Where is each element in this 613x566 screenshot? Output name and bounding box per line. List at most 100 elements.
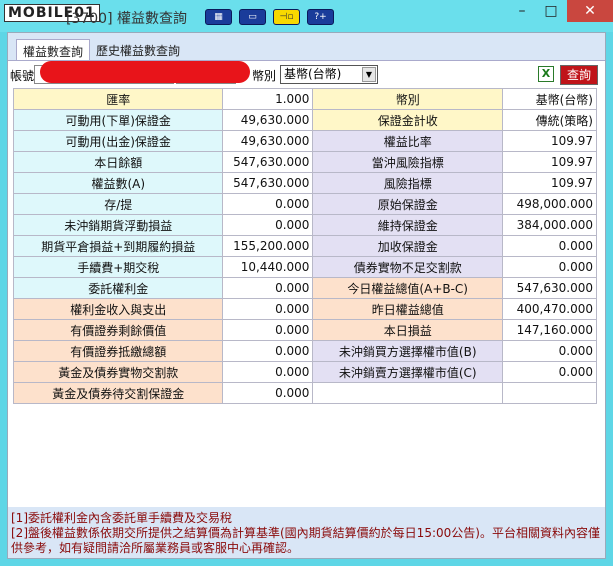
table-row: 存/提 0.000 原始保證金 498,000.000 <box>12 193 597 215</box>
row-value: 0.000 <box>502 235 597 257</box>
row-value: 0.000 <box>502 340 597 362</box>
close-button[interactable]: ✕ <box>567 0 613 22</box>
currency-value: 基幣(台幣) <box>284 67 342 81</box>
row-value: 10,440.000 <box>222 256 314 278</box>
row-label: 有價證券剩餘價值 <box>12 319 224 341</box>
table-row: 本日餘額 547,630.000 當沖風險指標 109.97 <box>12 151 597 173</box>
row-value: 155,200.000 <box>222 235 314 257</box>
note-1: [1]委託權利金內含委託單手續費及交易稅 <box>11 511 232 525</box>
table-row: 有價證券抵繳總額 0.000 未沖銷買方選擇權市值(B) 0.000 <box>12 340 597 362</box>
minimize-button[interactable]: – <box>508 0 536 22</box>
row-label: 未沖銷期貨浮動損益 <box>12 214 224 236</box>
table-row: 權利金收入與支出 0.000 昨日權益總值 400,470.000 <box>12 298 597 320</box>
row-value: 0.000 <box>222 193 314 215</box>
row-value: 0.000 <box>222 214 314 236</box>
table-row: 黃金及債券實物交割款 0.000 未沖銷賣方選擇權市值(C) 0.000 <box>12 361 597 383</box>
row-value: 498,000.000 <box>502 193 597 215</box>
row-value <box>502 382 597 404</box>
main-window: 權益數查詢 歷史權益數查詢 帳號 幣別 基幣(台幣) ▼ X 查詢 匯率 1.00… <box>7 32 606 559</box>
row-label: 可動用(下單)保證金 <box>12 109 224 131</box>
row-label: 維持保證金 <box>312 214 503 236</box>
pin-icon[interactable]: ⊣▫ <box>273 9 300 25</box>
row-value: 0.000 <box>502 361 597 383</box>
row-label: 加收保證金 <box>312 235 503 257</box>
row-label: 風險指標 <box>312 172 503 194</box>
table-row: 可動用(下單)保證金 49,630.000 保證金計收 傳統(策略) <box>12 109 597 131</box>
row-label: 昨日權益總值 <box>312 298 503 320</box>
tab-equity-query[interactable]: 權益數查詢 <box>16 39 91 61</box>
tab-bar: 權益數查詢 歷史權益數查詢 <box>16 39 186 61</box>
query-toolbar: 帳號 幣別 基幣(台幣) ▼ X 查詢 <box>10 61 602 85</box>
row-label: 幣別 <box>312 88 503 110</box>
row-value: 49,630.000 <box>222 130 314 152</box>
help-icon[interactable]: ?+ <box>307 9 334 25</box>
layout-icon[interactable]: ▦ <box>205 9 232 25</box>
row-value: 109.97 <box>502 151 597 173</box>
row-value: 0.000 <box>222 382 314 404</box>
tab-history-equity-query[interactable]: 歷史權益數查詢 <box>90 39 186 61</box>
table-row: 手續費+期交稅 10,440.000 債券實物不足交割款 0.000 <box>12 256 597 278</box>
row-value: 109.97 <box>502 130 597 152</box>
row-value: 1.000 <box>222 88 314 110</box>
account-label: 帳號 <box>10 69 35 83</box>
window-title: [3700] 權益數查詢 <box>66 11 188 27</box>
row-label <box>312 382 503 404</box>
row-value: 384,000.000 <box>502 214 597 236</box>
row-label: 權利金收入與支出 <box>12 298 224 320</box>
row-label: 未沖銷賣方選擇權市值(C) <box>312 361 503 383</box>
row-value: 400,470.000 <box>502 298 597 320</box>
row-value: 49,630.000 <box>222 109 314 131</box>
table-row: 期貨平倉損益+到期履約損益 155,200.000 加收保證金 0.000 <box>12 235 597 257</box>
row-label: 匯率 <box>12 88 224 110</box>
row-value: 147,160.000 <box>502 319 597 341</box>
row-value: 0.000 <box>222 277 314 299</box>
row-label: 手續費+期交稅 <box>12 256 224 278</box>
row-label: 未沖銷買方選擇權市值(B) <box>312 340 503 362</box>
row-label: 可動用(出金)保證金 <box>12 130 224 152</box>
row-label: 有價證券抵繳總額 <box>12 340 224 362</box>
equity-table: 匯率 1.000 幣別 基幣(台幣) 可動用(下單)保證金 49,630.000 保證金計收… <box>12 88 597 404</box>
row-value: 0.000 <box>502 256 597 278</box>
table-row: 匯率 1.000 幣別 基幣(台幣) <box>12 88 597 110</box>
row-label: 存/提 <box>12 193 224 215</box>
row-value: 0.000 <box>222 298 314 320</box>
row-label: 委託權利金 <box>12 277 224 299</box>
row-value: 109.97 <box>502 172 597 194</box>
note-2: [2]盤後權益數係依期交所提供之結算價為計算基準(國內期貨結算價約於每日15:0… <box>11 526 600 555</box>
row-label: 當沖風險指標 <box>312 151 503 173</box>
row-label: 黃金及債券待交割保證金 <box>12 382 224 404</box>
table-row: 權益數(A) 547,630.000 風險指標 109.97 <box>12 172 597 194</box>
row-label: 今日權益總值(A+B-C) <box>312 277 503 299</box>
row-label: 期貨平倉損益+到期履約損益 <box>12 235 224 257</box>
row-label: 權益數(A) <box>12 172 224 194</box>
row-value: 547,630.000 <box>222 172 314 194</box>
currency-select[interactable]: 基幣(台幣) ▼ <box>280 65 378 84</box>
row-label: 黃金及債券實物交割款 <box>12 361 224 383</box>
row-value: 0.000 <box>222 361 314 383</box>
row-value: 547,630.000 <box>222 151 314 173</box>
excel-export-icon[interactable]: X <box>538 66 554 82</box>
row-label: 本日損益 <box>312 319 503 341</box>
chevron-down-icon[interactable]: ▼ <box>362 67 376 82</box>
row-label: 本日餘額 <box>12 151 224 173</box>
table-row: 有價證券剩餘價值 0.000 本日損益 147,160.000 <box>12 319 597 341</box>
row-value: 0.000 <box>222 340 314 362</box>
equity-panel: 帳號 幣別 基幣(台幣) ▼ X 查詢 匯率 1.000 幣別 基幣(台幣) 可動用(下… <box>8 60 605 507</box>
row-label: 保證金計收 <box>312 109 503 131</box>
row-label: 原始保證金 <box>312 193 503 215</box>
row-label: 權益比率 <box>312 130 503 152</box>
table-row: 未沖銷期貨浮動損益 0.000 維持保證金 384,000.000 <box>12 214 597 236</box>
currency-label: 幣別 <box>252 69 277 83</box>
table-row: 委託權利金 0.000 今日權益總值(A+B-C) 547,630.000 <box>12 277 597 299</box>
row-value: 基幣(台幣) <box>502 88 597 110</box>
row-value: 0.000 <box>222 319 314 341</box>
window-icon[interactable]: ▭ <box>239 9 266 25</box>
table-row: 黃金及債券待交割保證金 0.000 <box>12 382 597 404</box>
maximize-button[interactable]: □ <box>537 0 565 22</box>
row-value: 傳統(策略) <box>502 109 597 131</box>
table-row: 可動用(出金)保證金 49,630.000 權益比率 109.97 <box>12 130 597 152</box>
query-button[interactable]: 查詢 <box>560 65 598 85</box>
redaction-mark <box>40 61 250 83</box>
notes: [1]委託權利金內含委託單手續費及交易稅 [2]盤後權益數係依期交所提供之結算價… <box>11 511 605 556</box>
title-bar: MOBILE01 [3700] 權益數查詢 ▦ ▭ ⊣▫ ?+ – □ ✕ <box>0 0 613 32</box>
